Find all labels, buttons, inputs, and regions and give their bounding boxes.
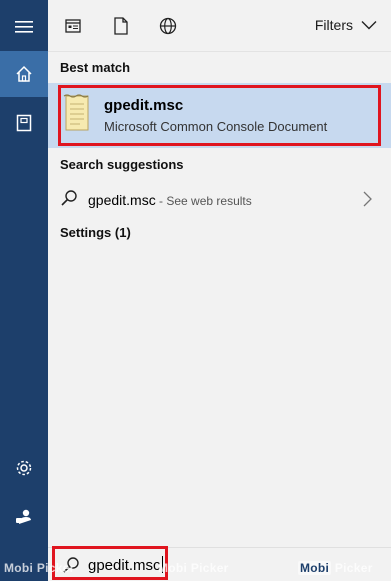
filter-toolbar: Filters xyxy=(48,0,391,52)
watermark-center: Mobi Picker xyxy=(158,561,229,575)
web-suggestion-row[interactable]: gpedit.msc - See web results xyxy=(48,179,391,221)
home-button[interactable] xyxy=(0,51,48,97)
watermark-left: Mobi Picker xyxy=(4,561,75,575)
feedback-button[interactable] xyxy=(0,493,48,541)
search-icon xyxy=(61,190,77,206)
chevron-right-icon[interactable] xyxy=(360,189,374,209)
filters-dropdown[interactable]: Filters xyxy=(315,17,377,33)
settings-button[interactable] xyxy=(0,444,48,492)
watermark-right-box: Mobi xyxy=(298,561,332,575)
notebook-icon xyxy=(16,114,32,132)
results-panel: Best match gpedit.msc Microsoft Common C… xyxy=(48,52,391,547)
document-icon xyxy=(114,17,128,35)
web-filter-button[interactable] xyxy=(158,16,178,36)
gear-icon xyxy=(16,460,32,476)
watermark-right-text: Picker xyxy=(334,561,373,575)
suggestion-suffix: - See web results xyxy=(155,194,252,208)
chevron-down-icon xyxy=(361,21,377,30)
hamburger-button[interactable] xyxy=(0,3,48,51)
best-match-heading: Best match xyxy=(60,60,131,75)
globe-icon xyxy=(159,17,177,35)
search-suggestions-heading: Search suggestions xyxy=(60,157,184,172)
apps-filter-button[interactable] xyxy=(63,16,83,36)
watermark-right: Mobi Picker xyxy=(298,561,373,575)
notebook-button[interactable] xyxy=(0,99,48,147)
annotation-highlight-result xyxy=(58,85,381,146)
home-icon xyxy=(16,65,32,82)
documents-filter-button[interactable] xyxy=(111,16,131,36)
apps-icon xyxy=(65,19,81,33)
settings-heading[interactable]: Settings (1) xyxy=(60,225,131,240)
suggestion-query: gpedit.msc xyxy=(88,192,156,208)
left-rail xyxy=(0,0,48,581)
feedback-icon xyxy=(16,509,31,524)
filters-label: Filters xyxy=(314,17,353,33)
hamburger-icon xyxy=(15,21,33,33)
suggestion-text: gpedit.msc - See web results xyxy=(88,192,252,208)
